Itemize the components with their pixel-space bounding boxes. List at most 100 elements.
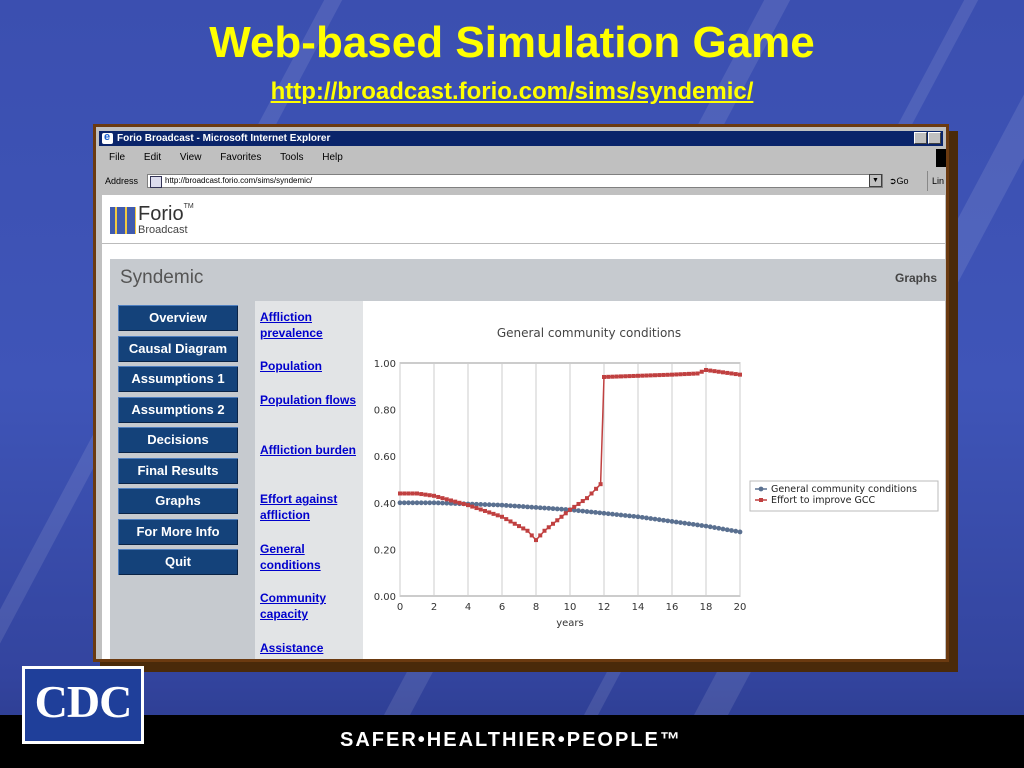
data-point	[402, 491, 407, 496]
data-point	[598, 482, 603, 487]
x-tick-label: 18	[700, 602, 713, 613]
data-point	[614, 512, 620, 517]
data-point	[470, 504, 475, 509]
maximize-button[interactable]	[928, 132, 941, 144]
link-affliction-prevalence[interactable]: Affliction prevalence	[260, 309, 356, 341]
links-toolbar[interactable]: Lin	[927, 171, 944, 191]
data-point	[733, 372, 738, 377]
chart-area: General community conditions 0 2 4 6 8 10 12 14 1…	[363, 301, 945, 659]
data-point	[716, 369, 721, 374]
data-point	[474, 501, 479, 507]
data-point	[657, 373, 662, 378]
nav-final-results-button[interactable]: Final Results	[118, 458, 238, 484]
data-point	[623, 374, 628, 379]
nav-quit-button[interactable]: Quit	[118, 549, 238, 575]
data-point	[724, 527, 730, 533]
data-point	[602, 374, 606, 379]
nav-decisions-button[interactable]: Decisions	[118, 427, 238, 453]
y-tick-label: 0.40	[374, 499, 396, 510]
data-point	[733, 528, 739, 534]
menu-file[interactable]: File	[109, 149, 125, 167]
link-general-conditions[interactable]: General conditions	[260, 541, 356, 573]
data-point	[631, 513, 637, 519]
data-point	[648, 516, 654, 521]
data-point	[644, 373, 649, 378]
data-point	[436, 494, 441, 499]
section-title: Graphs	[894, 271, 937, 285]
web-page: ForioTM Broadcast Syndemic Graphs Overvi…	[102, 195, 945, 659]
ie-icon	[102, 130, 113, 145]
link-community-capacity[interactable]: Community capacity	[260, 590, 356, 622]
data-point	[712, 525, 717, 530]
data-point	[678, 520, 683, 526]
link-population-flows[interactable]: Population flows	[260, 392, 356, 408]
legend-marker	[758, 486, 764, 492]
data-point	[619, 374, 623, 379]
data-point	[487, 510, 492, 515]
data-point	[398, 491, 402, 496]
menu-favorites[interactable]: Favorites	[220, 149, 261, 167]
brand-sub: Broadcast	[138, 224, 188, 236]
data-point	[670, 372, 674, 377]
link-population[interactable]: Population	[260, 358, 356, 374]
data-point	[639, 514, 645, 520]
graph-links-panel: Affliction prevalence Population Populat…	[255, 301, 363, 659]
x-tick-label: 12	[598, 602, 611, 613]
data-point	[427, 493, 432, 498]
minimize-button[interactable]	[914, 132, 927, 144]
menu-tools[interactable]: Tools	[280, 149, 303, 167]
data-point	[576, 508, 581, 514]
link-effort-against-affliction[interactable]: Effort against affliction	[260, 491, 356, 523]
nav-overview-button[interactable]: Overview	[118, 305, 238, 331]
legend-label: Effort to improve GCC	[771, 495, 875, 506]
data-point	[656, 517, 662, 523]
data-point	[661, 517, 666, 523]
x-tick-label: 8	[533, 602, 539, 613]
brand-name: Forio	[138, 203, 184, 225]
slide-url-link[interactable]: http://broadcast.forio.com/sims/syndemic…	[0, 78, 1024, 106]
data-point	[559, 506, 564, 512]
data-point	[644, 515, 649, 521]
data-point	[495, 502, 501, 508]
app-title: Syndemic	[120, 267, 204, 288]
data-point	[508, 503, 513, 509]
link-assistance[interactable]: Assistance	[260, 640, 356, 656]
data-point	[542, 505, 547, 511]
data-point	[665, 372, 670, 377]
link-affliction-burden[interactable]: Affliction burden	[260, 442, 356, 458]
data-point	[508, 519, 513, 524]
data-point	[665, 518, 671, 524]
browser-window: Forio Broadcast - Microsoft Internet Exp…	[93, 124, 949, 662]
go-arrow-icon: ➲	[889, 176, 897, 186]
data-point	[704, 367, 708, 372]
data-point	[478, 507, 483, 512]
nav-assumptions-1-button[interactable]: Assumptions 1	[118, 366, 238, 392]
window-titlebar[interactable]: Forio Broadcast - Microsoft Internet Exp…	[99, 130, 943, 146]
nav-assumptions-2-button[interactable]: Assumptions 2	[118, 397, 238, 423]
data-point	[559, 514, 564, 519]
menu-help[interactable]: Help	[322, 149, 343, 167]
data-point	[584, 509, 590, 514]
menu-edit[interactable]: Edit	[144, 149, 161, 167]
data-point	[712, 369, 717, 374]
data-point	[500, 514, 504, 519]
nav-more-info-button[interactable]: For More Info	[118, 519, 238, 545]
legend-marker	[759, 498, 763, 502]
data-point	[491, 502, 496, 508]
menu-bar: File Edit View Favorites Tools Help	[99, 149, 943, 167]
data-point	[627, 374, 632, 379]
data-point	[461, 501, 466, 506]
nav-causal-diagram-button[interactable]: Causal Diagram	[118, 336, 238, 362]
data-point	[444, 500, 450, 506]
data-point	[622, 513, 628, 518]
address-dropdown-button[interactable]: ▼	[869, 174, 882, 187]
go-button[interactable]: ➲Go	[889, 171, 909, 191]
address-input[interactable]: http://broadcast.forio.com/sims/syndemic…	[147, 174, 883, 188]
y-tick-label: 0.80	[374, 406, 396, 417]
data-point	[738, 372, 742, 377]
menu-view[interactable]: View	[180, 149, 202, 167]
data-point	[576, 501, 581, 506]
data-point	[554, 506, 560, 512]
data-point	[410, 491, 415, 496]
nav-graphs-button[interactable]: Graphs	[118, 488, 238, 514]
